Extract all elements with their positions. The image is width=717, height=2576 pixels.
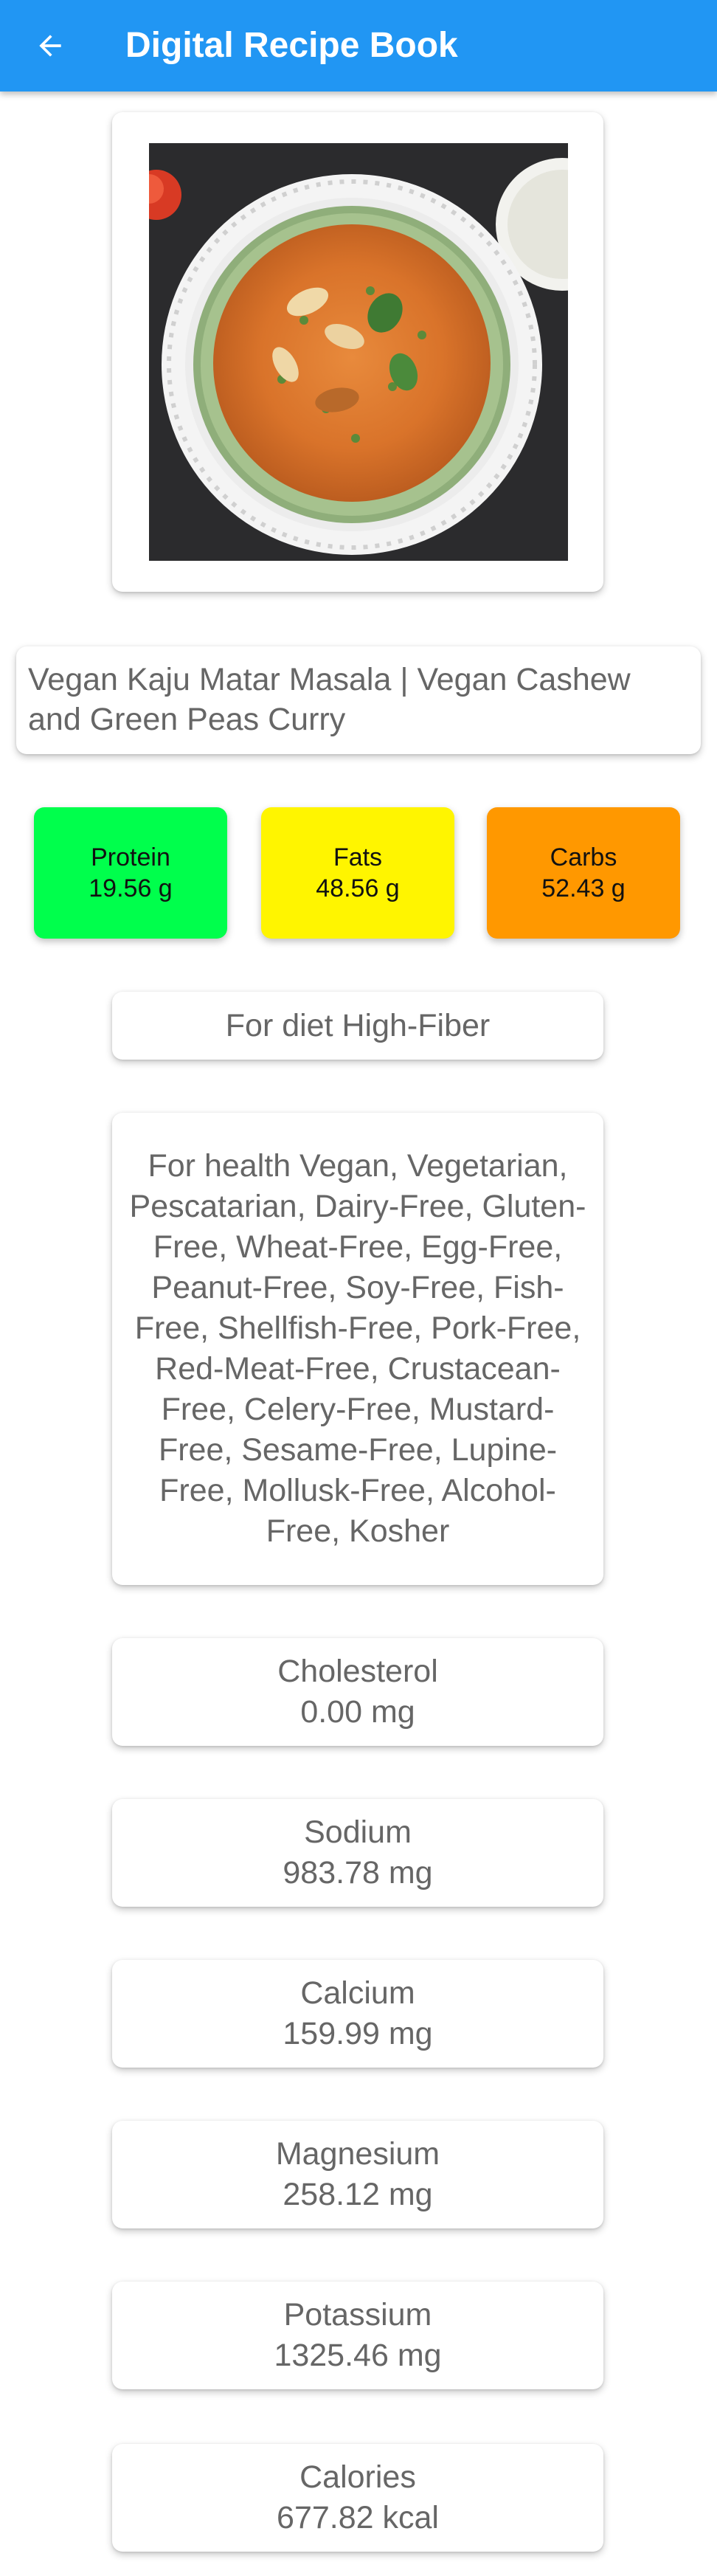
health-labels: For health Vegan, Vegetarian, Pescataria… <box>129 1148 586 1549</box>
recipe-image <box>149 143 568 561</box>
app-bar: Digital Recipe Book <box>0 0 717 91</box>
app-title: Digital Recipe Book <box>125 26 458 65</box>
calories-card: Calories 677.82 kcal <box>112 2444 603 2552</box>
cholesterol-label: Cholesterol <box>277 1654 438 1689</box>
protein-badge: Protein 19.56 g <box>34 807 227 939</box>
potassium-label: Potassium <box>283 2297 432 2332</box>
magnesium-card: Magnesium 258.12 mg <box>112 2121 603 2228</box>
fats-badge: Fats 48.56 g <box>261 807 454 939</box>
back-button[interactable] <box>27 22 74 69</box>
magnesium-value: 258.12 mg <box>283 2177 433 2212</box>
carbs-value: 52.43 g <box>541 874 626 902</box>
calcium-value: 159.99 mg <box>283 2016 433 2051</box>
diet-card: For diet High-Fiber <box>112 992 603 1060</box>
fats-value: 48.56 g <box>316 874 400 902</box>
health-labels-card: For health Vegan, Vegetarian, Pescataria… <box>112 1113 603 1585</box>
calcium-card: Calcium 159.99 mg <box>112 1960 603 2068</box>
carbs-badge: Carbs 52.43 g <box>487 807 680 939</box>
sodium-value: 983.78 mg <box>283 1855 433 1890</box>
calories-label: Calories <box>299 2459 416 2495</box>
protein-label: Protein <box>91 843 170 871</box>
magnesium-label: Magnesium <box>275 2136 440 2172</box>
arrow-left-icon <box>39 35 61 57</box>
carbs-label: Carbs <box>550 843 617 871</box>
recipe-image-card <box>112 112 603 592</box>
fats-label: Fats <box>333 843 383 871</box>
calcium-label: Calcium <box>300 1975 415 2011</box>
potassium-card: Potassium 1325.46 mg <box>112 2282 603 2389</box>
calories-value: 677.82 kcal <box>277 2500 439 2535</box>
protein-value: 19.56 g <box>89 874 173 902</box>
diet-label: For diet High-Fiber <box>225 1007 491 1043</box>
sodium-card: Sodium 983.78 mg <box>112 1799 603 1907</box>
recipe-title: Vegan Kaju Matar Masala | Vegan Cashew a… <box>28 662 631 737</box>
recipe-title-card: Vegan Kaju Matar Masala | Vegan Cashew a… <box>16 646 701 754</box>
potassium-value: 1325.46 mg <box>274 2338 442 2373</box>
cholesterol-value: 0.00 mg <box>300 1694 415 1730</box>
cholesterol-card: Cholesterol 0.00 mg <box>112 1638 603 1746</box>
sodium-label: Sodium <box>304 1814 412 1850</box>
